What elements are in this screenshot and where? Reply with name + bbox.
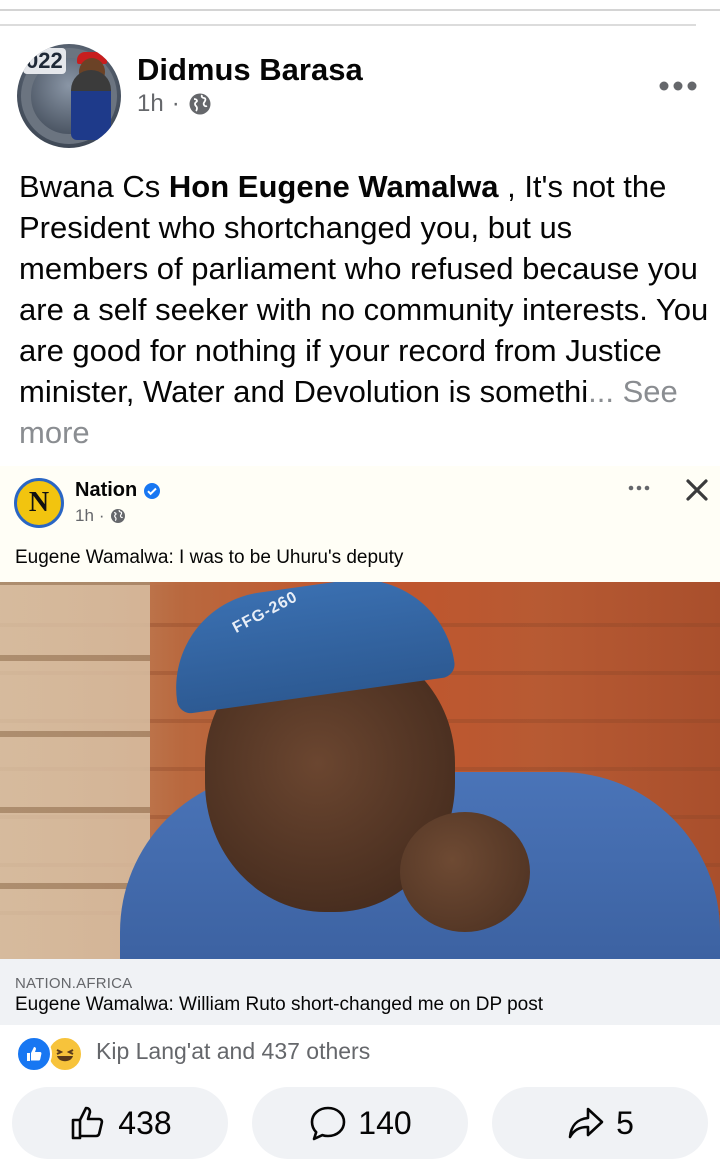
thumbs-up-icon [71,1106,104,1140]
share-button[interactable]: 5 [492,1087,708,1159]
avatar-badge: 022 [23,48,66,74]
post-text-ellipsis: ... [588,374,614,409]
share-icon [568,1107,604,1139]
author-avatar[interactable]: 022 [17,44,121,148]
post-text-prefix: Bwana Cs [19,169,169,204]
meta-separator: · [171,90,180,117]
author-name[interactable]: Didmus Barasa [137,52,363,88]
link-preview-image[interactable]: FFG-260 [0,582,720,959]
post-text: Bwana Cs Hon Eugene Wamalwa , It's not t… [19,166,709,453]
like-button[interactable]: 438 [12,1087,228,1159]
post-meta: 1h · [137,90,212,118]
shared-meta-separator: · [98,506,105,525]
close-icon[interactable] [683,476,711,504]
photo-hand [400,812,530,932]
verified-icon [144,482,161,499]
comment-count: 140 [358,1104,412,1141]
post-text-mention[interactable]: Hon Eugene Wamalwa [169,169,499,204]
shared-page-name[interactable]: Nation [75,479,161,502]
shared-more-icon[interactable] [627,478,651,498]
shared-post-text: Eugene Wamalwa: I was to be Uhuru's depu… [15,547,404,568]
like-thumb-icon [27,1047,42,1061]
top-divider [0,9,720,11]
post-text-body: , It's not the President who shortchange… [19,169,709,409]
more-icon[interactable] [658,74,698,98]
globe-icon [189,93,211,115]
shared-post-time[interactable]: 1h [75,506,94,526]
comment-icon [310,1106,346,1141]
share-count: 5 [616,1104,634,1141]
link-title[interactable]: Eugene Wamalwa: William Ruto short-chang… [15,994,543,1016]
like-count: 438 [118,1104,172,1141]
haha-face-icon [56,1049,74,1062]
nation-logo[interactable]: N [14,478,64,528]
link-source: NATION.AFRICA [15,975,133,992]
avatar-person [71,70,111,140]
comment-button[interactable]: 140 [252,1087,468,1159]
top-divider-secondary [0,24,696,26]
nation-logo-letter: N [28,487,50,518]
reactions-summary[interactable]: Kip Lang'at and 437 others [96,1038,370,1065]
shared-globe-icon [110,509,125,523]
like-icon [16,1036,52,1072]
shared-post-meta: 1h · [75,506,126,526]
shared-page-name-text[interactable]: Nation [75,479,137,502]
post-time[interactable]: 1h [137,90,164,118]
haha-icon [47,1036,83,1072]
